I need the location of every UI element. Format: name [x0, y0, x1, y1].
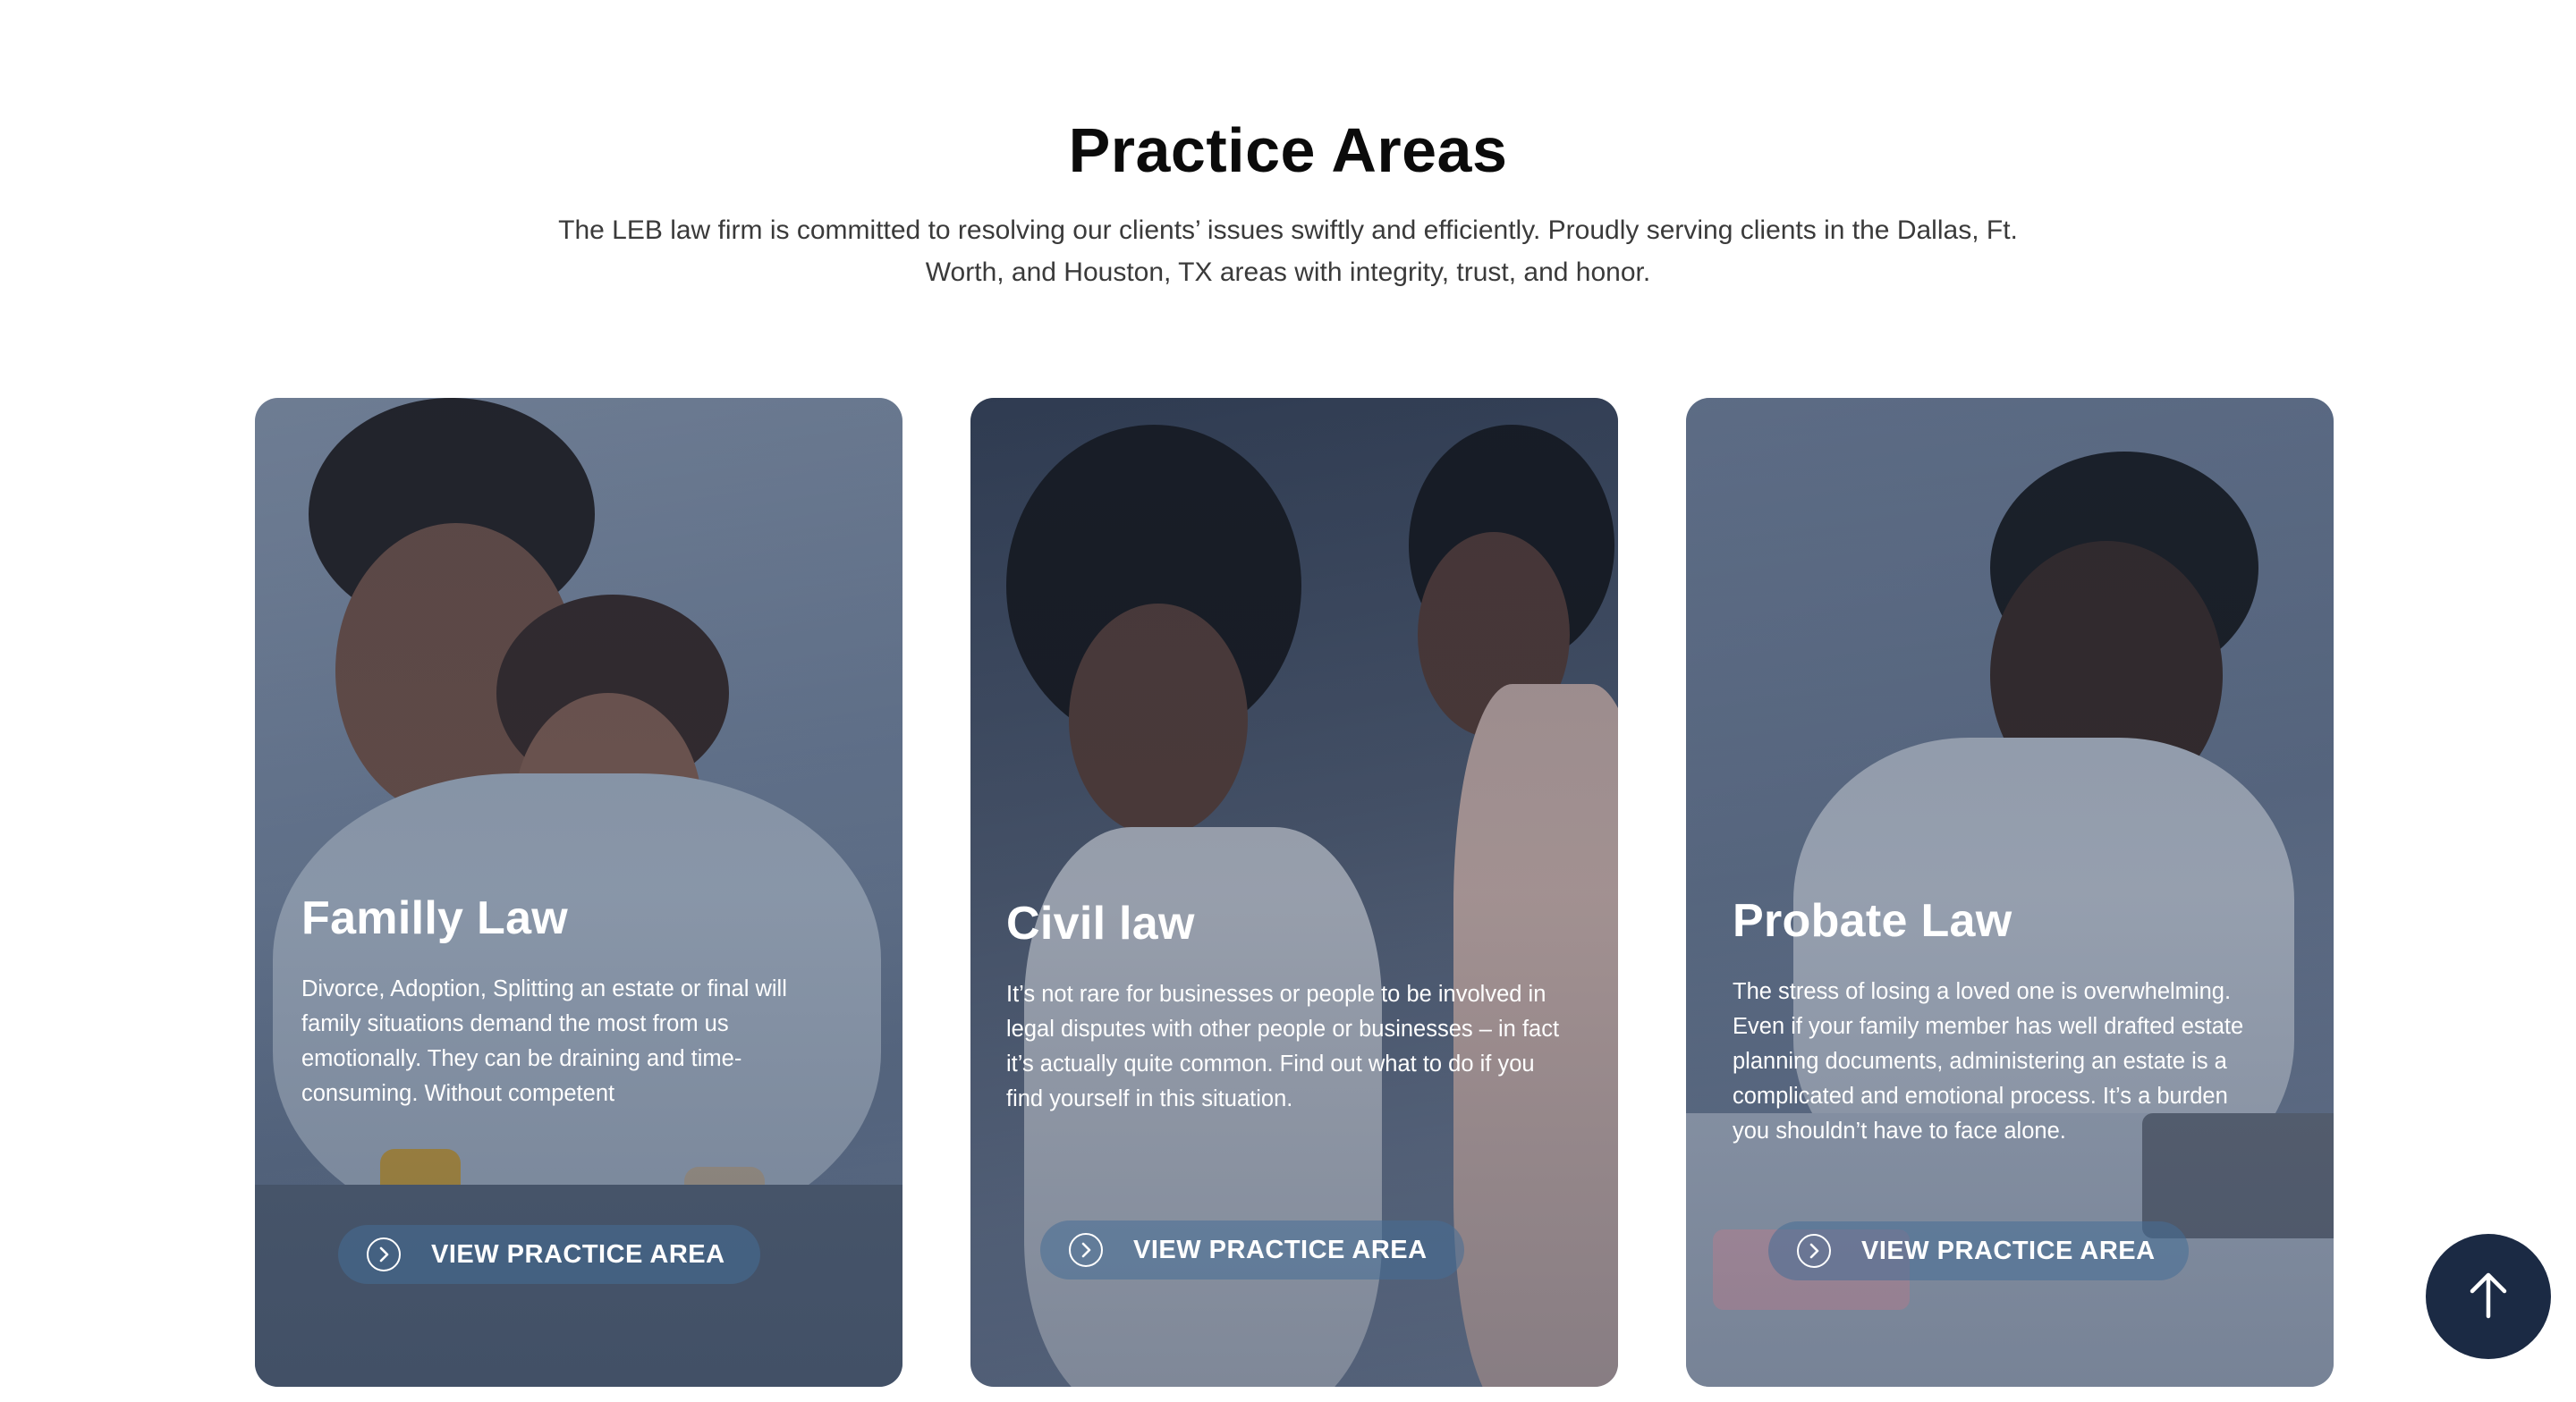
- card-description: It’s not rare for businesses or people t…: [1006, 982, 1560, 1111]
- scroll-to-top-button[interactable]: [2426, 1234, 2551, 1359]
- section-intro: The LEB law firm is committed to resolvi…: [558, 215, 2018, 287]
- button-label: VIEW PRACTICE AREA: [1861, 1236, 2156, 1265]
- practice-card-probate-law[interactable]: Probate Law The stress of losing a loved…: [1686, 398, 2334, 1387]
- card-description: The stress of losing a loved one is over…: [1733, 979, 2244, 1144]
- view-practice-area-button[interactable]: VIEW PRACTICE AREA: [338, 1225, 760, 1284]
- section-title: Practice Areas: [1068, 115, 1508, 185]
- chevron-right-circle-icon: [1069, 1233, 1103, 1267]
- button-label: VIEW PRACTICE AREA: [1133, 1235, 1428, 1264]
- card-description: Divorce, Adoption, Splitting an estate o…: [301, 976, 787, 1106]
- chevron-right-circle-icon: [1797, 1234, 1831, 1268]
- practice-card-civil-law[interactable]: Civil law It’s not rare for businesses o…: [970, 398, 1618, 1387]
- card-title: Familly Law: [301, 892, 569, 944]
- chevron-right-circle-icon: [367, 1237, 401, 1271]
- button-label: VIEW PRACTICE AREA: [431, 1239, 725, 1269]
- view-practice-area-button[interactable]: VIEW PRACTICE AREA: [1768, 1221, 2189, 1280]
- arrow-up-icon: [2467, 1270, 2510, 1324]
- card-title: Civil law: [1006, 898, 1195, 950]
- card-title: Probate Law: [1733, 895, 2012, 947]
- practice-card-family-law[interactable]: Familly Law Divorce, Adoption, Splitting…: [255, 398, 902, 1387]
- view-practice-area-button[interactable]: VIEW PRACTICE AREA: [1040, 1220, 1464, 1280]
